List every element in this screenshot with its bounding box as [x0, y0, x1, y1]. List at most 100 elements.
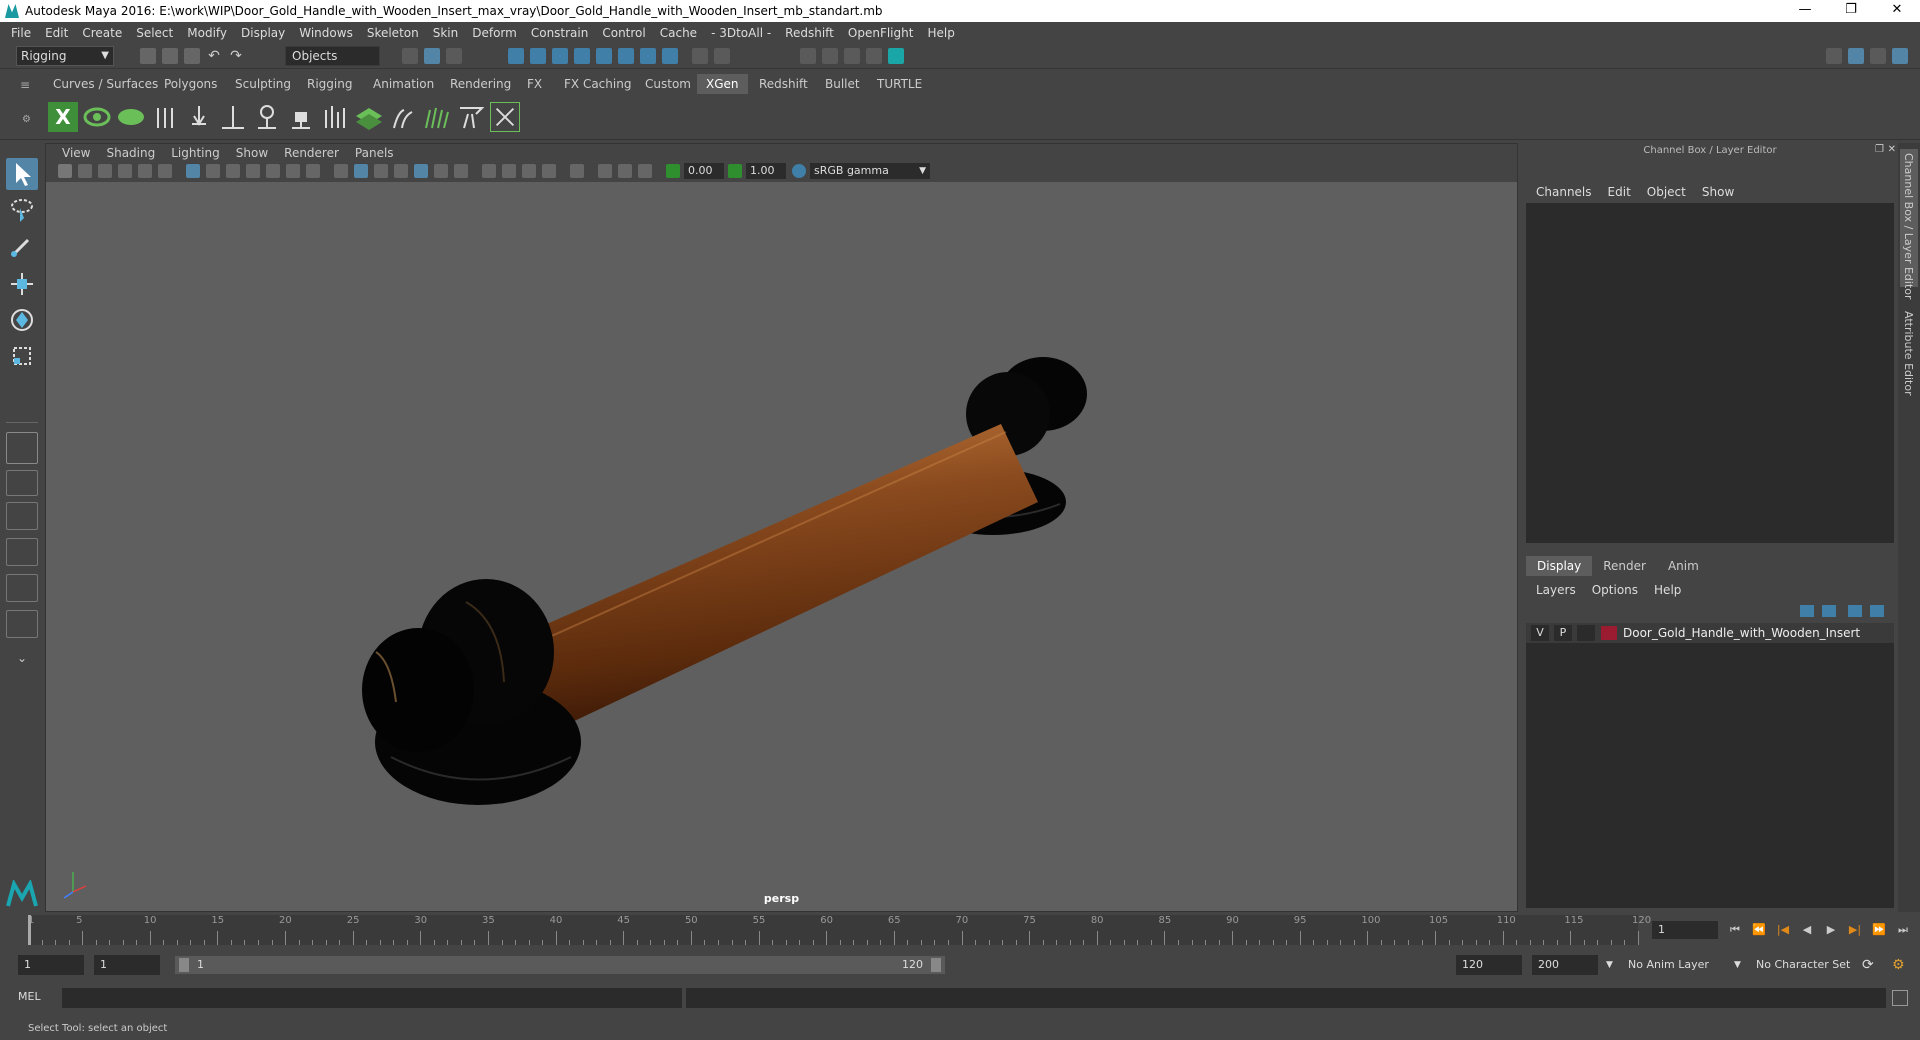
- chevron-down-icon[interactable]: ▼: [1734, 955, 1741, 975]
- lock-icon[interactable]: [692, 48, 708, 64]
- menu-redshift[interactable]: Redshift: [778, 26, 841, 40]
- xgen-region-map-icon[interactable]: [354, 102, 384, 132]
- scale-tool-icon[interactable]: [6, 340, 38, 372]
- channel-box-toggle-icon[interactable]: [1848, 48, 1864, 64]
- layer-name[interactable]: Door_Gold_Handle_with_Wooden_Insert: [1623, 626, 1860, 640]
- layer-visibility-toggle[interactable]: V: [1531, 625, 1549, 641]
- menu-3dtoall[interactable]: - 3DtoAll -: [704, 26, 778, 40]
- select-tool-icon[interactable]: [6, 158, 38, 190]
- tab-rendering[interactable]: Rendering: [441, 74, 520, 94]
- auto-key-icon[interactable]: ⟳: [1862, 955, 1874, 975]
- play-forward-icon[interactable]: ▶: [1824, 923, 1838, 937]
- xgen-guide-lock-icon[interactable]: [286, 102, 316, 132]
- new-layer-icon[interactable]: [1848, 605, 1862, 617]
- le-menu-layers[interactable]: Layers: [1528, 583, 1584, 597]
- rotate-tool-icon[interactable]: [6, 304, 38, 336]
- menu-skeleton[interactable]: Skeleton: [360, 26, 426, 40]
- xray-components-icon[interactable]: [638, 164, 652, 178]
- shelf-menu-icon[interactable]: ≡: [20, 78, 30, 92]
- panel-menu-renderer[interactable]: Renderer: [276, 146, 347, 160]
- cb-menu-channels[interactable]: Channels: [1528, 185, 1600, 199]
- layer-display-type[interactable]: [1577, 625, 1595, 641]
- save-scene-icon[interactable]: [184, 48, 200, 64]
- xgen-editor-icon[interactable]: X: [48, 102, 78, 132]
- xgen-delete-icon[interactable]: [490, 102, 520, 132]
- layout-toggle-icon[interactable]: [1826, 48, 1842, 64]
- chevron-down-icon[interactable]: ▼: [1606, 955, 1613, 975]
- menu-display[interactable]: Display: [234, 26, 292, 40]
- lasso-tool-icon[interactable]: [6, 194, 38, 226]
- single-view-layout-icon[interactable]: [6, 432, 38, 464]
- select-component-icon[interactable]: [446, 48, 462, 64]
- render-view-icon[interactable]: [800, 48, 816, 64]
- time-ruler[interactable]: 1 5 10 15 20 25 30 35 40 45 50 55 60 65 70 75 80 85 90 95 1…: [28, 915, 1651, 945]
- use-default-material-icon[interactable]: [374, 164, 388, 178]
- end-time-field[interactable]: 200: [1532, 955, 1598, 975]
- snap-curve-icon[interactable]: [530, 48, 546, 64]
- tab-sculpting[interactable]: Sculpting: [226, 74, 300, 94]
- color-space-select[interactable]: sRGB gamma ▼: [810, 163, 930, 179]
- new-scene-icon[interactable]: [140, 48, 156, 64]
- command-input[interactable]: [62, 988, 682, 1008]
- layer-row[interactable]: V P Door_Gold_Handle_with_Wooden_Insert: [1526, 623, 1894, 643]
- panel-menu-view[interactable]: View: [54, 146, 98, 160]
- undo-icon[interactable]: ↶: [206, 48, 222, 64]
- redo-icon[interactable]: ↷: [228, 48, 244, 64]
- cb-menu-object[interactable]: Object: [1639, 185, 1694, 199]
- layer-color-swatch[interactable]: [1601, 626, 1617, 640]
- snap-view-plane-icon[interactable]: [574, 48, 590, 64]
- screen-space-ao-icon[interactable]: [482, 164, 496, 178]
- step-forward-key-icon[interactable]: ▶|: [1848, 923, 1862, 937]
- playback-end-field[interactable]: 120: [1456, 955, 1522, 975]
- gamma-field[interactable]: 1.00: [746, 163, 786, 179]
- menu-create[interactable]: Create: [75, 26, 129, 40]
- le-menu-options[interactable]: Options: [1584, 583, 1646, 597]
- isolate-select-icon[interactable]: [570, 164, 584, 178]
- two-view-layout-icon[interactable]: [6, 502, 38, 530]
- menu-control[interactable]: Control: [595, 26, 652, 40]
- range-end-handle[interactable]: [931, 958, 941, 972]
- gate-mask-icon[interactable]: [246, 164, 260, 178]
- menu-deform[interactable]: Deform: [465, 26, 524, 40]
- playback-start-field[interactable]: 1: [94, 955, 160, 975]
- move-layer-up-icon[interactable]: [1800, 605, 1814, 617]
- render-current-icon[interactable]: [822, 48, 838, 64]
- tab-xgen[interactable]: XGen: [697, 74, 748, 94]
- tab-animation[interactable]: Animation: [364, 74, 443, 94]
- shelf-gear-icon[interactable]: ⚙: [22, 114, 31, 125]
- side-tab-channel-box[interactable]: Channel Box / Layer Editor: [1902, 153, 1915, 300]
- tab-redshift[interactable]: Redshift: [750, 74, 817, 94]
- wireframe-icon[interactable]: [334, 164, 348, 178]
- exposure-icon[interactable]: [666, 164, 680, 178]
- current-frame-field[interactable]: 1: [1652, 921, 1718, 939]
- step-forward-icon[interactable]: ⏩: [1872, 923, 1886, 937]
- channel-box-area[interactable]: [1526, 203, 1894, 543]
- four-view-layout-icon[interactable]: [6, 470, 38, 496]
- graph-layout-icon[interactable]: [6, 574, 38, 602]
- xgen-grass-icon[interactable]: [422, 102, 452, 132]
- tab-polygons[interactable]: Polygons: [155, 74, 226, 94]
- snap-center-icon[interactable]: [640, 48, 656, 64]
- camera-attributes-icon[interactable]: [78, 164, 92, 178]
- smooth-shade-icon[interactable]: [354, 164, 368, 178]
- go-to-start-icon[interactable]: ⏮: [1728, 923, 1742, 937]
- menu-cache[interactable]: Cache: [653, 26, 704, 40]
- close-panel-icon[interactable]: ✕: [1888, 144, 1896, 155]
- xgen-guide-visibility-icon[interactable]: [252, 102, 282, 132]
- close-button[interactable]: ✕: [1874, 0, 1920, 22]
- snap-help-icon[interactable]: [662, 48, 678, 64]
- panel-menu-lighting[interactable]: Lighting: [163, 146, 228, 160]
- anim-layer-select[interactable]: No Anim Layer: [1628, 955, 1709, 975]
- grease-pencil-icon[interactable]: [158, 164, 172, 178]
- more-layouts-icon[interactable]: ⌄: [6, 648, 38, 672]
- character-set-select[interactable]: No Character Set: [1756, 955, 1850, 975]
- field-chart-icon[interactable]: [266, 164, 280, 178]
- attribute-editor-toggle-icon[interactable]: [1892, 48, 1908, 64]
- le-menu-help[interactable]: Help: [1646, 583, 1689, 597]
- tab-anim[interactable]: Anim: [1657, 556, 1710, 576]
- tab-fx[interactable]: FX: [518, 74, 551, 94]
- float-panel-icon[interactable]: ❐: [1875, 144, 1884, 155]
- use-all-lights-icon[interactable]: [434, 164, 448, 178]
- move-tool-icon[interactable]: [6, 268, 38, 300]
- new-layer-selected-icon[interactable]: [1870, 605, 1884, 617]
